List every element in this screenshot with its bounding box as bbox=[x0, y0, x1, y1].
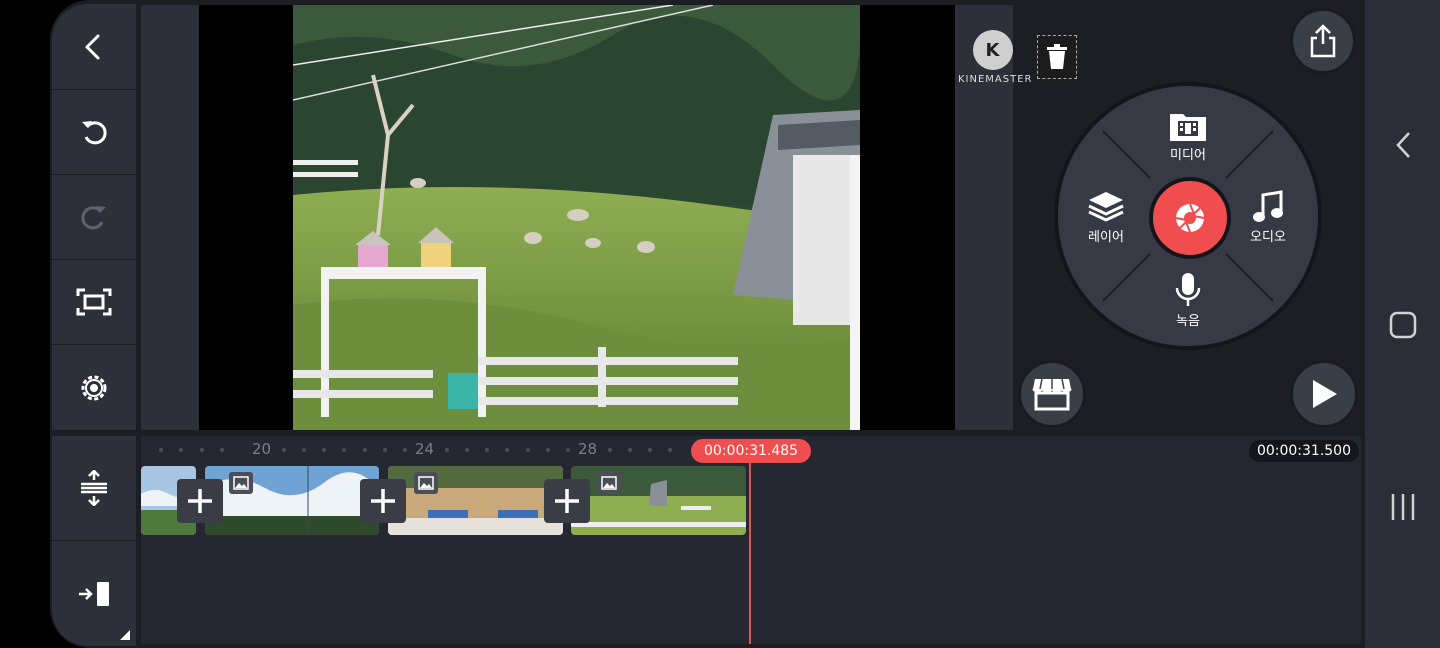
jump-to-start-button[interactable] bbox=[52, 541, 136, 646]
add-transition-button[interactable] bbox=[544, 479, 590, 523]
ruler-tick bbox=[546, 448, 550, 452]
undo-icon bbox=[82, 121, 107, 145]
current-time-badge: 00:00:31.485 bbox=[691, 439, 812, 463]
back-button[interactable] bbox=[52, 4, 136, 89]
microphone-icon bbox=[1175, 273, 1201, 306]
image-icon bbox=[233, 476, 249, 490]
record-wheel-button[interactable]: 녹음 bbox=[1148, 272, 1228, 329]
ruler-tick bbox=[322, 448, 326, 452]
media-wheel: 미디어 레이어 오디오 녹음 bbox=[1054, 82, 1322, 350]
ruler-tick bbox=[200, 448, 204, 452]
system-recents-button[interactable] bbox=[1365, 482, 1440, 532]
timeline-clip[interactable] bbox=[571, 466, 746, 535]
asset-store-button[interactable] bbox=[1018, 360, 1086, 428]
preview-image bbox=[293, 5, 860, 430]
ruler-tick bbox=[648, 448, 652, 452]
ruler-tick bbox=[608, 448, 612, 452]
audio-label: 오디오 bbox=[1250, 230, 1286, 245]
ruler-tick bbox=[159, 448, 163, 452]
add-transition-button[interactable] bbox=[360, 479, 406, 523]
plus-icon bbox=[188, 489, 212, 513]
ruler-tick bbox=[302, 448, 306, 452]
image-clip-badge bbox=[414, 472, 438, 494]
layers-icon bbox=[1088, 192, 1124, 222]
kinemaster-logo-icon: K bbox=[973, 30, 1013, 70]
system-back-button[interactable] bbox=[1365, 120, 1440, 170]
undo-button[interactable] bbox=[52, 90, 136, 174]
music-note-icon bbox=[1253, 190, 1283, 222]
chevron-left-icon bbox=[1395, 132, 1410, 158]
play-icon bbox=[1313, 380, 1337, 408]
plus-icon bbox=[555, 489, 579, 513]
image-icon bbox=[601, 476, 617, 490]
media-label: 미디어 bbox=[1170, 148, 1206, 163]
image-clip-badge bbox=[229, 472, 253, 494]
timeline-clip[interactable] bbox=[388, 466, 563, 535]
media-wheel-button[interactable]: 미디어 bbox=[1148, 110, 1228, 163]
image-clip-badge bbox=[597, 472, 621, 494]
ruler-tick bbox=[465, 448, 469, 452]
ruler-tick bbox=[282, 448, 286, 452]
media-folder-icon bbox=[1170, 114, 1206, 141]
fullscreen-button[interactable] bbox=[52, 260, 136, 344]
recents-icon bbox=[1391, 494, 1414, 520]
play-button[interactable] bbox=[1290, 360, 1358, 428]
preview-panel: K KINEMASTER bbox=[141, 5, 1077, 430]
total-time-badge: 00:00:31.500 bbox=[1248, 440, 1359, 462]
system-nav-bar bbox=[1365, 0, 1440, 648]
expand-tracks-icon bbox=[81, 470, 107, 506]
add-transition-button[interactable] bbox=[177, 479, 223, 523]
ruler-tick bbox=[566, 448, 570, 452]
audio-wheel-button[interactable]: 오디오 bbox=[1228, 190, 1308, 245]
kinemaster-watermark: K KINEMASTER bbox=[958, 30, 1033, 85]
ruler-tick bbox=[485, 448, 489, 452]
ruler-tick bbox=[668, 448, 672, 452]
capture-button[interactable] bbox=[1149, 177, 1231, 259]
timeline-clip[interactable] bbox=[205, 466, 379, 535]
camera-aperture-icon bbox=[1175, 203, 1205, 233]
redo-icon bbox=[81, 206, 106, 230]
ruler-tick bbox=[383, 448, 387, 452]
ruler-label: 20 bbox=[252, 440, 272, 458]
ruler-tick bbox=[179, 448, 183, 452]
layer-wheel-button[interactable]: 레이어 bbox=[1066, 190, 1146, 245]
share-icon bbox=[1310, 24, 1336, 58]
video-preview[interactable] bbox=[199, 5, 955, 430]
settings-button[interactable] bbox=[52, 345, 136, 430]
ruler-tick bbox=[628, 448, 632, 452]
image-icon bbox=[418, 476, 434, 490]
ruler-label: 28 bbox=[578, 440, 598, 458]
playhead[interactable] bbox=[749, 463, 751, 644]
settings-gear-icon bbox=[81, 375, 107, 400]
system-home-button[interactable] bbox=[1365, 300, 1440, 350]
kinemaster-editor: K KINEMASTER 미디어 레이어 오디오 녹음 20 24 28 00:… bbox=[50, 0, 1365, 648]
expand-tracks-button[interactable] bbox=[52, 436, 136, 540]
kinemaster-logo-text: KINEMASTER bbox=[958, 74, 1033, 85]
ruler-tick bbox=[445, 448, 449, 452]
ruler-tick bbox=[342, 448, 346, 452]
home-square-icon bbox=[1389, 311, 1416, 339]
ruler-tick bbox=[220, 448, 224, 452]
resize-corner-icon bbox=[120, 630, 130, 640]
layer-label: 레이어 bbox=[1088, 230, 1124, 245]
back-arrow-icon bbox=[85, 34, 100, 59]
trash-icon bbox=[1047, 44, 1067, 69]
jump-to-start-icon bbox=[79, 581, 109, 606]
ruler-label: 24 bbox=[415, 440, 435, 458]
ruler-tick bbox=[505, 448, 509, 452]
ruler-tick bbox=[526, 448, 530, 452]
timeline[interactable]: 20 24 28 00:00:31.485 00:00:31.500 bbox=[141, 436, 1361, 644]
store-icon bbox=[1032, 378, 1072, 411]
delete-watermark-button[interactable] bbox=[1037, 35, 1077, 79]
fullscreen-icon bbox=[76, 288, 112, 316]
share-button[interactable] bbox=[1290, 8, 1356, 74]
plus-icon bbox=[371, 489, 395, 513]
redo-button[interactable] bbox=[52, 175, 136, 259]
ruler-tick bbox=[363, 448, 367, 452]
ruler-tick bbox=[403, 448, 407, 452]
record-label: 녹음 bbox=[1176, 314, 1200, 329]
